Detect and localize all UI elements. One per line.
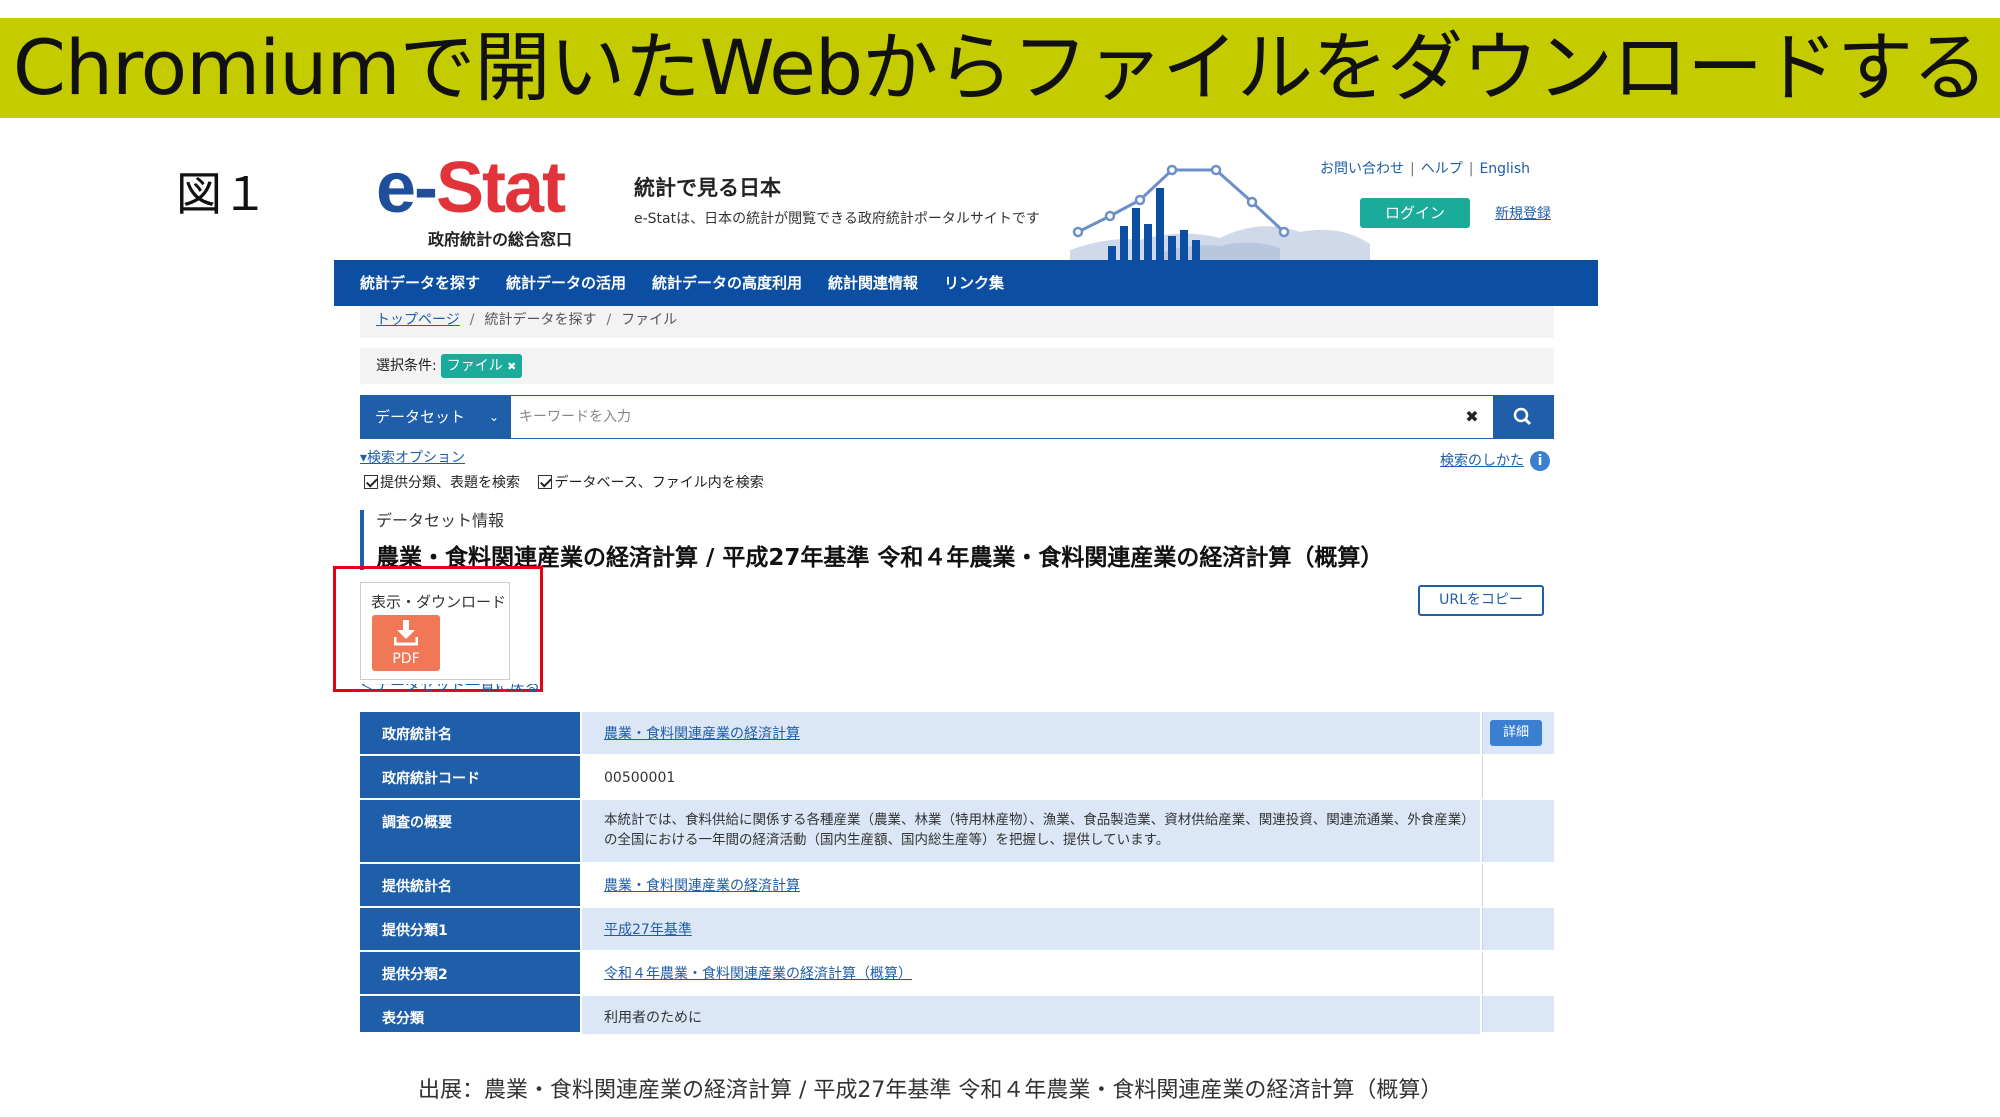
site-title: 統計で見る日本: [634, 176, 781, 200]
search-howto[interactable]: 検索のしかた i: [1440, 450, 1550, 471]
dataset-table: 政府統計名 農業・食料関連産業の経済計算 詳細 政府統計コード 00500001…: [360, 712, 1554, 1034]
logo-subtitle: 政府統計の総合窓口: [428, 230, 573, 249]
stat-name-link[interactable]: 農業・食料関連産業の経済計算: [604, 726, 800, 742]
figure-label: 図１: [176, 167, 268, 221]
condition-tag[interactable]: ファイル ✖: [440, 354, 523, 378]
table-row: 政府統計名 農業・食料関連産業の経済計算 詳細: [360, 712, 1554, 756]
search-options-link[interactable]: ▾検索オプション: [360, 447, 465, 467]
search-checkboxes: 提供分類、表題を検索 データベース、ファイル内を検索: [364, 472, 778, 492]
table-row: 調査の概要 本統計では、食料供給に関係する各種産業（農業、林業（特用林産物）、漁…: [360, 800, 1554, 864]
register-link[interactable]: 新規登録: [1495, 203, 1551, 223]
site-description: e-Statは、日本の統計が閲覧できる政府統計ポータルサイトです: [634, 211, 1040, 227]
breadcrumb: トップページ / 統計データを探す / ファイル: [360, 306, 1554, 338]
table-row: 提供統計名 農業・食料関連産業の経済計算: [360, 864, 1554, 908]
breadcrumb-search: 統計データを探す: [484, 312, 597, 328]
nav-item-links[interactable]: リンク集: [944, 260, 1004, 306]
main-navbar: 統計データを探す 統計データの活用 統計データの高度利用 統計関連情報 リンク集: [334, 260, 1598, 306]
url-copy-button[interactable]: URLをコピー: [1418, 585, 1544, 616]
back-to-list-link[interactable]: ＜データセット一覧に戻る: [360, 684, 540, 698]
info-icon: i: [1530, 451, 1550, 471]
dataset-info: データセット情報 農業・食料関連産業の経済計算 / 平成27年基準 令和４年農業…: [360, 510, 1554, 571]
contact-link[interactable]: お問い合わせ: [1320, 161, 1404, 177]
table-row: 政府統計コード 00500001: [360, 756, 1554, 800]
row-header: 提供統計名: [360, 864, 580, 906]
table-row: 表分類 利用者のために: [360, 996, 1554, 1034]
row-header: 表分類: [360, 996, 580, 1032]
estat-logo[interactable]: e-Stat 政府統計の総合窓口: [376, 148, 596, 249]
row-value: 令和４年農業・食料関連産業の経済計算（概算）: [582, 952, 1480, 994]
clear-icon[interactable]: ✖: [1457, 396, 1487, 438]
logo-wordmark: e-Stat: [376, 148, 566, 228]
dataset-title: 農業・食料関連産業の経済計算 / 平成27年基準 令和４年農業・食料関連産業の経…: [376, 545, 1384, 571]
remove-icon[interactable]: ✖: [507, 360, 516, 373]
nav-item-search-data[interactable]: 統計データを探す: [360, 260, 480, 306]
highlight-box: [333, 566, 543, 692]
header-links: お問い合わせ | ヘルプ | English: [1320, 161, 1530, 177]
slide-title: Chromiumで開いたWebからファイルをダウンロードする: [12, 23, 1988, 112]
row-header: 政府統計コード: [360, 756, 580, 798]
row-header: 提供分類2: [360, 952, 580, 994]
search-type-select[interactable]: データセット ⌄: [361, 396, 511, 438]
breadcrumb-file: ファイル: [621, 312, 678, 328]
detail-button[interactable]: 詳細: [1490, 720, 1542, 746]
english-link[interactable]: English: [1479, 161, 1530, 177]
condition-label: 選択条件:: [376, 358, 437, 374]
row-header: 政府統計名: [360, 712, 580, 754]
search-input[interactable]: [519, 396, 1419, 438]
row-value: 本統計では、食料供給に関係する各種産業（農業、林業（特用林産物）、漁業、食品製造…: [582, 800, 1480, 862]
check-file-search[interactable]: データベース、ファイル内を検索: [538, 472, 764, 492]
row-value: 平成27年基準: [582, 908, 1480, 950]
source-note: 出展：農業・食料関連産業の経済計算 / 平成27年基準 令和４年農業・食料関連産…: [418, 1078, 1443, 1103]
search-bar: データセット⌄ ✖: [360, 395, 1554, 439]
nav-item-use-data[interactable]: 統計データの活用: [506, 260, 626, 306]
help-link[interactable]: ヘルプ: [1421, 161, 1463, 177]
table-row: 提供分類1 平成27年基準: [360, 908, 1554, 952]
row-value: 00500001: [582, 756, 1480, 798]
row-header: 提供分類1: [360, 908, 580, 950]
nav-item-related-info[interactable]: 統計関連情報: [828, 260, 918, 306]
selection-condition: 選択条件: ファイル ✖: [360, 348, 1554, 384]
category2-link[interactable]: 令和４年農業・食料関連産業の経済計算（概算）: [604, 966, 912, 982]
row-header: 調査の概要: [360, 800, 580, 862]
provided-stat-link[interactable]: 農業・食料関連産業の経済計算: [604, 878, 800, 894]
check-title-search[interactable]: 提供分類、表題を検索: [364, 472, 520, 492]
category1-link[interactable]: 平成27年基準: [604, 922, 692, 938]
checkbox-checked-icon[interactable]: [538, 475, 553, 489]
search-icon: [1513, 407, 1532, 426]
slide-banner: Chromiumで開いたWebからファイルをダウンロードする: [0, 18, 2000, 118]
row-value: 農業・食料関連産業の経済計算: [582, 864, 1480, 906]
chevron-down-icon: ⌄: [488, 410, 499, 424]
table-row: 提供分類2 令和４年農業・食料関連産業の経済計算（概算）: [360, 952, 1554, 996]
dataset-label: データセット情報: [376, 511, 505, 530]
search-button[interactable]: [1493, 396, 1553, 438]
row-value: 農業・食料関連産業の経済計算: [582, 712, 1480, 754]
row-value: 利用者のために: [582, 996, 1480, 1034]
nav-item-advanced-use[interactable]: 統計データの高度利用: [652, 260, 802, 306]
breadcrumb-top[interactable]: トップページ: [376, 312, 460, 328]
login-button[interactable]: ログイン: [1360, 198, 1470, 228]
checkbox-checked-icon[interactable]: [364, 475, 378, 489]
